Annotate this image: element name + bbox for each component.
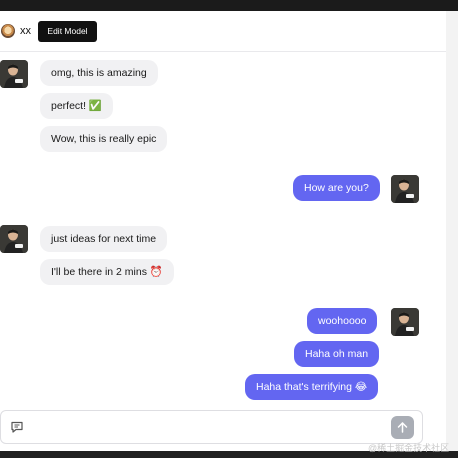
screen-frame: xx Edit Model omg, this is amazing perfe…	[0, 0, 458, 458]
message-bubble-outgoing: Haha that's terrifying 😂	[245, 374, 379, 400]
message-bubble-outgoing: woohoooo	[307, 308, 378, 334]
avatar	[0, 60, 28, 88]
message-bubble-incoming: just ideas for next time	[40, 226, 168, 252]
message-bubble-incoming: I'll be there in 2 mins ⏰	[40, 259, 174, 285]
watermark: @稀土掘金技术社区	[368, 443, 450, 453]
edit-model-button[interactable]: Edit Model	[38, 21, 97, 42]
message-bubble-incoming: omg, this is amazing	[40, 60, 158, 86]
message-input[interactable]	[31, 416, 385, 440]
chat-header: xx Edit Model	[0, 11, 446, 52]
message-bubble-incoming: Wow, this is really epic	[40, 126, 168, 152]
composer	[0, 410, 423, 444]
avatar	[391, 175, 419, 203]
model-name: xx	[20, 25, 31, 37]
message-square-icon	[10, 420, 24, 439]
message-bubble-outgoing: Haha oh man	[294, 341, 380, 367]
window-top-bar	[0, 0, 458, 11]
message-bubble-incoming: perfect! ✅	[40, 93, 114, 119]
message-bubble-outgoing: How are you?	[293, 175, 380, 201]
model-avatar	[1, 24, 15, 38]
send-button[interactable]	[391, 416, 414, 439]
avatar	[0, 225, 28, 253]
chat-app: xx Edit Model omg, this is amazing perfe…	[0, 11, 446, 451]
scrollbar[interactable]	[446, 11, 458, 451]
arrow-up-icon	[397, 422, 408, 433]
avatar	[391, 308, 419, 336]
